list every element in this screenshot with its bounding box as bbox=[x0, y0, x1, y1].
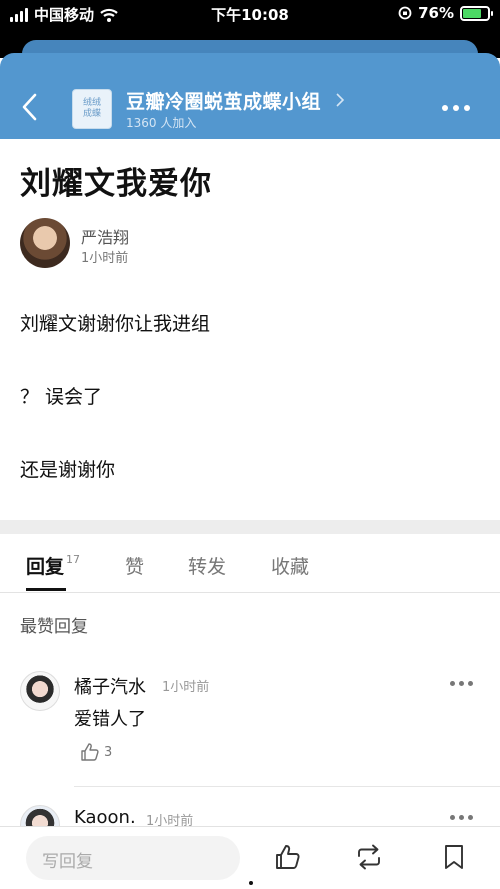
reply-author[interactable]: Kaoon. bbox=[74, 807, 136, 828]
group-header: 绒绒 成蝶 豆瓣冷圈蜕茧成蝶小组 1360 人加入 bbox=[0, 53, 500, 139]
post-title: 刘耀文我爱你 bbox=[20, 166, 212, 202]
orientation-lock-icon bbox=[398, 6, 412, 20]
battery-fill bbox=[463, 8, 482, 18]
active-tab-indicator bbox=[26, 588, 66, 591]
reply-more-button[interactable] bbox=[450, 681, 473, 686]
post-time: 1小时前 bbox=[81, 251, 129, 266]
section-divider bbox=[0, 520, 500, 534]
author-avatar[interactable] bbox=[20, 218, 70, 268]
bottom-action-bar: 写回复 bbox=[0, 826, 500, 889]
avatar[interactable] bbox=[20, 671, 60, 711]
group-logo[interactable]: 绒绒 成蝶 bbox=[72, 89, 112, 129]
home-indicator bbox=[249, 881, 253, 885]
status-right: 76% bbox=[398, 4, 493, 22]
post-paragraph: ？ 误会了 bbox=[20, 386, 103, 408]
tab-favorites[interactable]: 收藏 bbox=[271, 552, 309, 579]
post-paragraph: 刘耀文谢谢你让我进组 bbox=[20, 313, 211, 335]
more-button[interactable] bbox=[442, 105, 470, 111]
reply-divider bbox=[74, 786, 500, 787]
tab-reposts[interactable]: 转发 bbox=[188, 552, 226, 579]
reply-more-button[interactable] bbox=[450, 815, 473, 820]
tab-likes[interactable]: 赞 bbox=[125, 552, 144, 579]
group-name[interactable]: 豆瓣冷圈蜕茧成蝶小组 bbox=[126, 87, 321, 114]
bookmark-icon[interactable] bbox=[440, 843, 468, 871]
battery-percent: 76% bbox=[418, 4, 454, 22]
reply-input[interactable]: 写回复 bbox=[26, 836, 240, 880]
back-button[interactable] bbox=[18, 91, 42, 123]
reply-text: 爱错人了 bbox=[74, 709, 146, 730]
reply-time: 1小时前 bbox=[162, 680, 210, 695]
tab-replies[interactable]: 回复 17 bbox=[26, 552, 80, 579]
group-logo-text: 绒绒 成蝶 bbox=[82, 98, 101, 119]
post-paragraph: 还是谢谢你 bbox=[20, 459, 116, 481]
thumbs-up-icon[interactable] bbox=[274, 843, 302, 871]
author-name[interactable]: 严浩翔 bbox=[81, 224, 129, 248]
chevron-right-icon[interactable] bbox=[335, 93, 345, 107]
screen: 中国移动 下午10:08 76% 绒绒 成蝶 豆瓣冷圈蜕茧成蝶小组 1360 人… bbox=[0, 0, 500, 889]
like-count: 3 bbox=[104, 744, 113, 760]
section-label: 最赞回复 bbox=[20, 617, 88, 637]
thumbs-up-icon bbox=[81, 743, 99, 761]
member-count: 1360 人加入 bbox=[126, 116, 197, 130]
status-bar: 中国移动 下午10:08 76% bbox=[0, 0, 500, 28]
tab-label: 回复 bbox=[26, 556, 65, 578]
reply-count: 17 bbox=[66, 553, 81, 566]
repost-icon[interactable] bbox=[355, 843, 383, 871]
battery-icon bbox=[460, 5, 493, 21]
like-button[interactable]: 3 bbox=[80, 742, 112, 762]
tabs-divider bbox=[0, 592, 500, 593]
reply-author[interactable]: 橘子汽水 bbox=[74, 673, 146, 699]
